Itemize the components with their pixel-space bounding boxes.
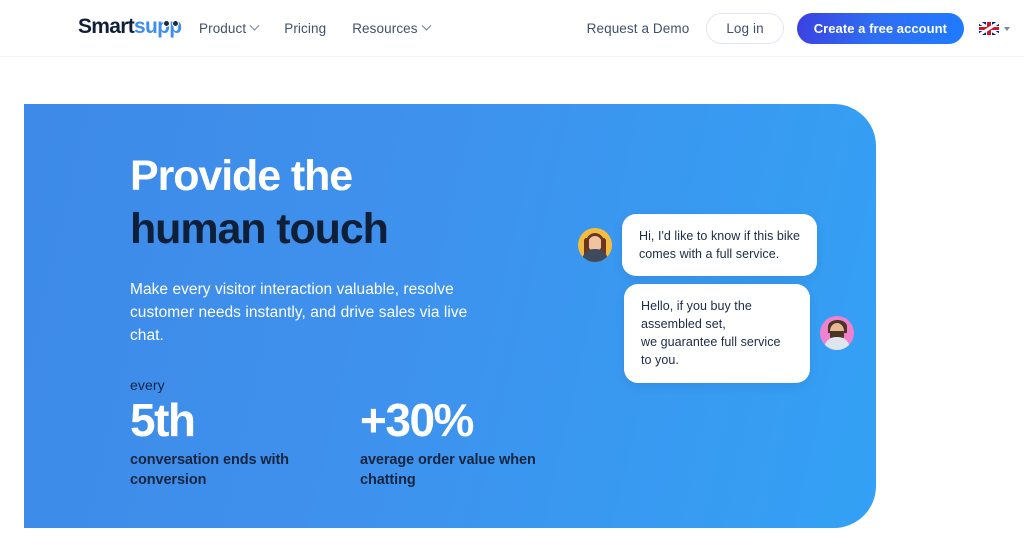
login-button[interactable]: Log in (706, 13, 784, 44)
nav-item-pricing[interactable]: Pricing (284, 21, 326, 36)
stat-order-value-number: +30% (360, 393, 474, 446)
stat-order-value-label: average order value when chatting (360, 452, 536, 488)
nav-item-pricing-label: Pricing (284, 21, 327, 36)
main-nav: Product Pricing Resources (199, 0, 432, 57)
chat-bubble-visitor: Hi, I'd like to know if this bike comes … (622, 214, 818, 277)
chat-message-visitor: Hi, I'd like to know if this bike comes … (578, 214, 818, 277)
hero-stats: every 5th conversation ends with convers… (130, 377, 550, 490)
stat-conversion-label: conversation ends with conversion (130, 452, 289, 488)
visitor-avatar (578, 228, 612, 263)
nav-item-resources-label: Resources (352, 21, 418, 36)
hero-title-line1: Provide the (130, 152, 353, 200)
smartsupp-logo[interactable]: Smart supp (78, 15, 182, 38)
create-free-account-button[interactable]: Create a free account (796, 13, 964, 44)
nav-item-product-label: Product (199, 21, 247, 36)
stat-conversion: every 5th conversation ends with convers… (130, 377, 320, 490)
hero-subtitle: Make every visitor interaction valuable,… (130, 281, 468, 344)
uk-flag-icon (979, 22, 999, 35)
hero-banner: Provide the human touch Make every visit… (24, 104, 876, 528)
chat-message-agent: Hello, if you buy the assembled set, we … (624, 284, 854, 383)
header-actions: Request a Demo Log in Create a free acco… (587, 0, 1010, 57)
nav-item-resources[interactable]: Resources (352, 20, 432, 36)
chevron-down-icon (249, 20, 260, 31)
logo-text-smart: Smart (78, 15, 135, 38)
request-demo-link[interactable]: Request a Demo (587, 21, 690, 36)
stat-conversion-number: 5th (130, 393, 196, 446)
logo-eyes-icon (163, 20, 180, 28)
stat-conversion-prefix: every (130, 376, 165, 393)
hero-content: Provide the human touch Make every visit… (130, 152, 550, 490)
nav-item-product[interactable]: Product (199, 20, 260, 36)
site-header: Smart supp Product Pricing Resources Req… (0, 0, 1024, 57)
hero-title-line2: human touch (130, 205, 389, 254)
chevron-down-icon (421, 20, 432, 31)
language-selector[interactable] (979, 22, 1010, 35)
chevron-down-icon (1004, 26, 1010, 31)
chat-bubble-agent: Hello, if you buy the assembled set, we … (624, 284, 810, 383)
page-title: Provide the human touch (130, 152, 550, 254)
logo-text-supp: supp (134, 16, 182, 37)
chat-preview: Hi, I'd like to know if this bike comes … (554, 214, 854, 474)
stat-order-value: +30% average order value when chatting (360, 377, 550, 490)
agent-avatar (820, 316, 854, 351)
